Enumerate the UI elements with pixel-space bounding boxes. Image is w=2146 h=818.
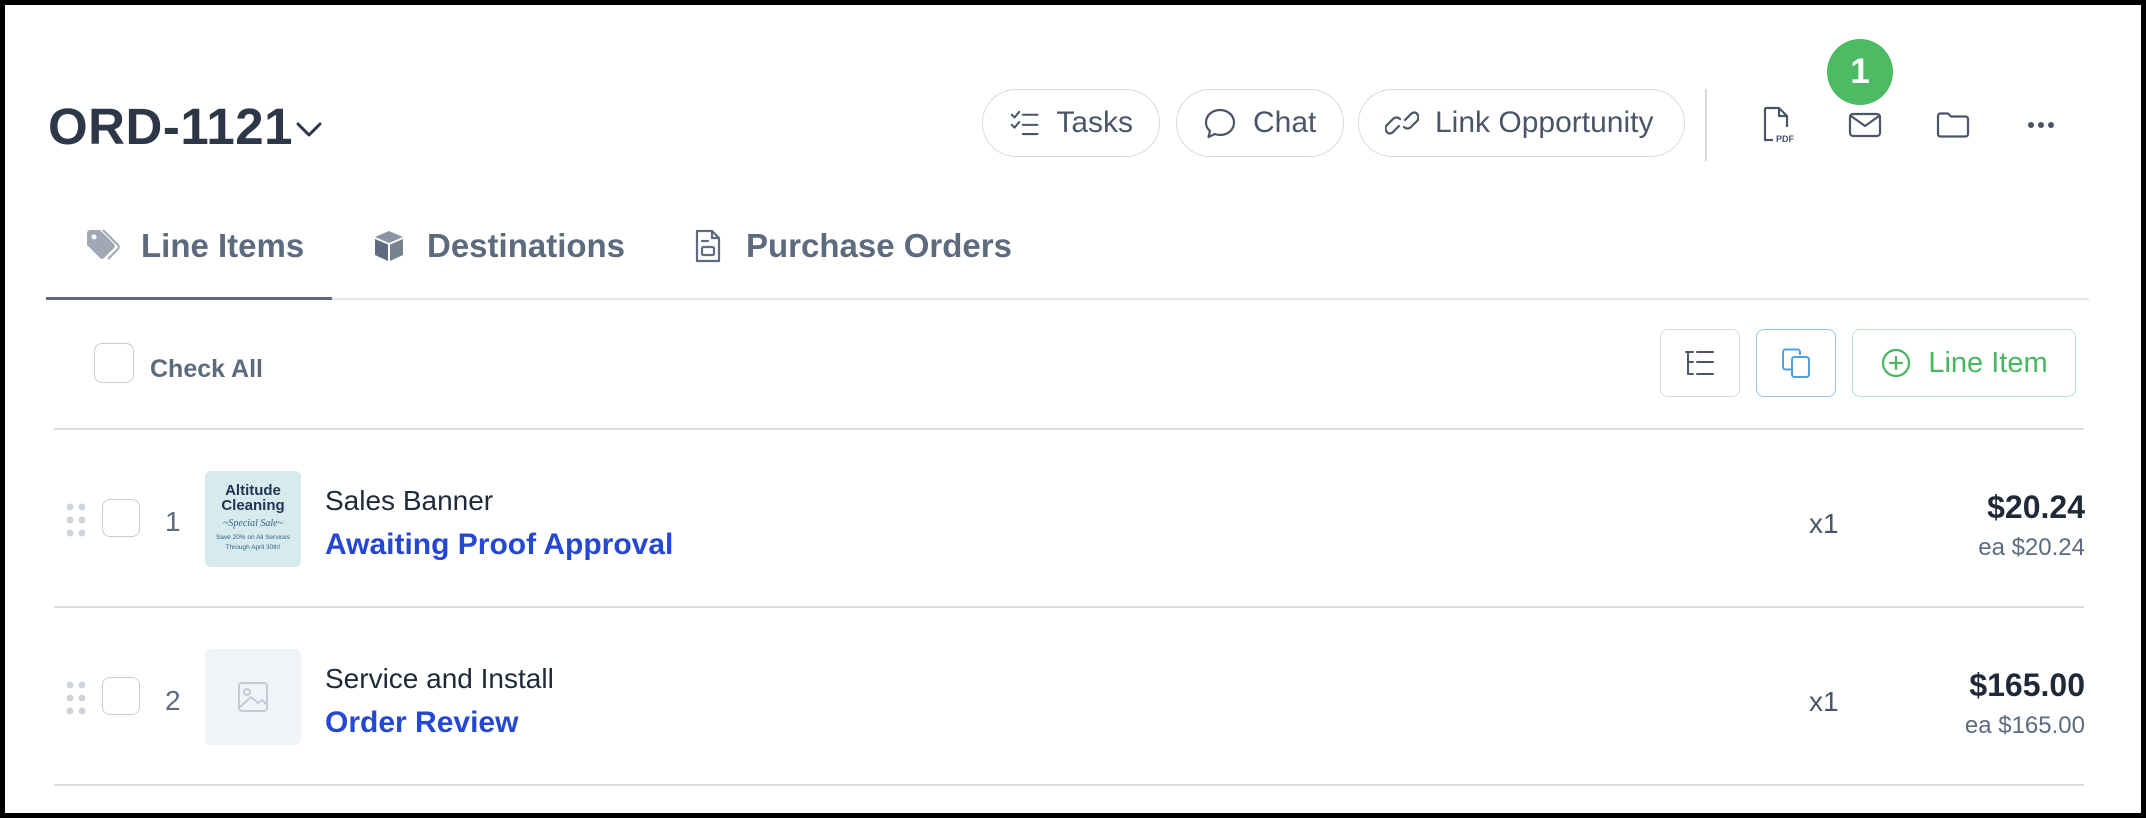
link-opportunity-label: Link Opportunity <box>1435 106 1654 139</box>
banner-image: Altitude Cleaning ~Special Sale~ Save 20… <box>205 471 301 567</box>
tasks-label: Tasks <box>1056 106 1133 139</box>
drag-handle-icon[interactable] <box>65 679 87 717</box>
tab-label: Line Items <box>141 227 305 264</box>
check-all-checkbox[interactable] <box>94 343 134 383</box>
tabs-divider <box>46 298 2089 300</box>
tab-line-items[interactable]: Line Items <box>85 227 304 265</box>
row-number: 2 <box>165 685 181 716</box>
item-status-link[interactable]: Awaiting Proof Approval <box>325 528 673 562</box>
banner-text-2: Cleaning <box>221 497 284 514</box>
banner-text-5: Through April 30th! <box>226 544 281 551</box>
chat-label: Chat <box>1253 106 1317 139</box>
item-status-link[interactable]: Order Review <box>325 706 518 740</box>
drag-handle-icon[interactable] <box>65 501 87 539</box>
tab-label: Purchase Orders <box>746 227 1012 264</box>
pdf-icon[interactable]: PDF <box>1757 105 1797 145</box>
order-page: ORD-1121 Tasks Chat Link Opportunity PDF <box>5 5 2141 813</box>
chat-icon <box>1204 108 1236 139</box>
link-icon <box>1385 111 1419 135</box>
active-tab-indicator <box>46 297 332 300</box>
banner-text-4: Save 20% on All Services <box>216 534 291 541</box>
tab-purchase-orders[interactable]: Purchase Orders <box>690 227 1012 265</box>
tasks-button[interactable]: Tasks <box>982 89 1160 157</box>
item-total: $165.00 <box>1969 667 2085 703</box>
item-each-price: ea $165.00 <box>1964 712 2085 739</box>
item-each-price: ea $20.24 <box>1978 534 2085 561</box>
row-divider <box>54 606 2084 608</box>
tree-view-button[interactable] <box>1660 329 1740 397</box>
plus-circle-icon <box>1882 348 1911 378</box>
header-divider <box>1705 89 1707 161</box>
link-opportunity-button[interactable]: Link Opportunity <box>1358 89 1685 157</box>
document-icon <box>695 229 721 263</box>
tab-destinations[interactable]: Destinations <box>371 227 625 265</box>
check-all-label: Check All <box>150 355 264 383</box>
chevron-down-icon[interactable] <box>293 113 325 145</box>
table-divider <box>54 428 2084 430</box>
box-icon <box>375 231 403 261</box>
row-checkbox[interactable] <box>102 677 140 715</box>
svg-text:PDF: PDF <box>1776 134 1795 144</box>
image-placeholder-icon <box>238 682 268 712</box>
item-quantity: x1 <box>1809 508 1839 539</box>
row-divider <box>54 784 2084 786</box>
more-icon[interactable] <box>2021 105 2061 145</box>
folder-icon[interactable] <box>1933 105 1973 145</box>
tab-label: Destinations <box>427 227 626 264</box>
chat-button[interactable]: Chat <box>1176 89 1344 157</box>
copy-button[interactable] <box>1756 329 1836 397</box>
add-line-item-button[interactable]: Line Item <box>1852 329 2076 397</box>
tasks-icon <box>1010 110 1039 136</box>
item-name: Sales Banner <box>325 485 494 516</box>
tag-icon <box>87 229 120 260</box>
mail-icon[interactable] <box>1845 105 1885 145</box>
add-line-item-label: Line Item <box>1928 346 2048 379</box>
list-tree-icon <box>1685 351 1714 375</box>
image-placeholder[interactable] <box>205 649 301 745</box>
order-title: ORD-1121 <box>48 98 293 155</box>
row-number: 1 <box>165 506 181 537</box>
item-name: Service and Install <box>325 663 554 694</box>
notification-badge: 1 <box>1827 39 1893 105</box>
row-checkbox[interactable] <box>102 499 140 537</box>
banner-thumbnail[interactable]: Altitude Cleaning ~Special Sale~ Save 20… <box>205 471 301 567</box>
copy-icon <box>1782 348 1810 378</box>
banner-text-3: ~Special Sale~ <box>223 518 284 529</box>
item-quantity: x1 <box>1809 686 1839 717</box>
item-total: $20.24 <box>1987 489 2085 525</box>
